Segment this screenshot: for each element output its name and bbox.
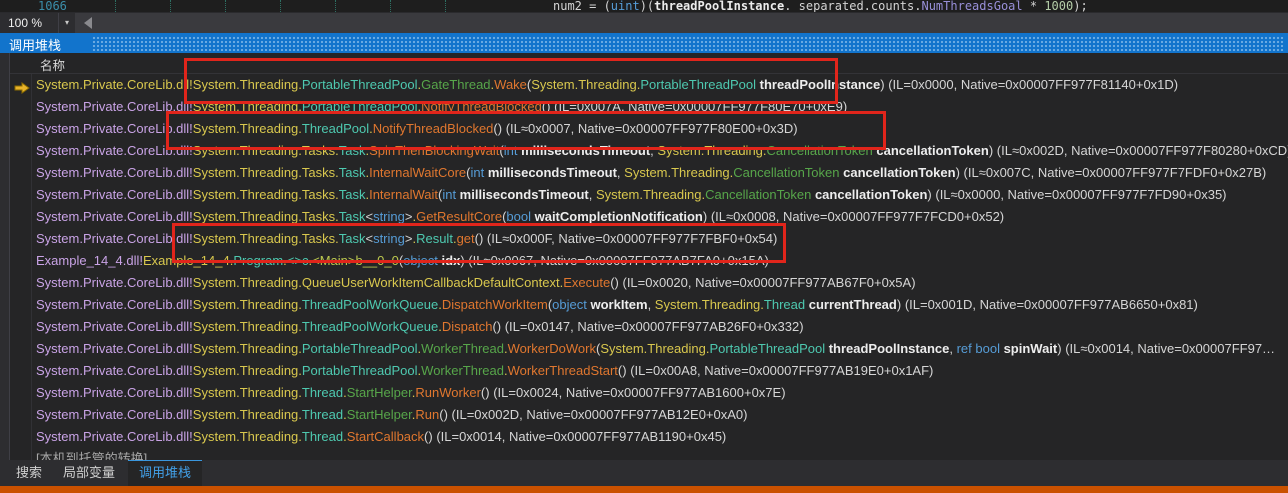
zoom-level-control[interactable]: 100 %: [0, 13, 58, 33]
stack-frame-text: System.Private.CoreLib.dll!System.Thread…: [36, 272, 916, 294]
line-number: 1066: [38, 0, 67, 12]
transition-row[interactable]: [本机到托管的转换]: [0, 448, 1288, 460]
code-line: num2 = (uint)(threadPoolInstance._separa…: [553, 0, 1088, 12]
transition-row-text: [本机到托管的转换]: [36, 448, 147, 460]
scroll-left-icon[interactable]: [84, 17, 92, 29]
stack-frame-row[interactable]: System.Private.CoreLib.dll!System.Thread…: [0, 382, 1288, 404]
stack-frame-text: System.Private.CoreLib.dll!System.Thread…: [36, 404, 747, 426]
code-editor-strip: 1066 num2 = (uint)(threadPoolInstance._s…: [0, 0, 1288, 12]
annotation-box-2: [166, 111, 886, 150]
tab-search[interactable]: 搜索: [8, 460, 50, 486]
editor-bottom-toolbar: 100 % ▾: [0, 12, 1288, 33]
stack-frame-text: System.Private.CoreLib.dll!System.Thread…: [36, 162, 1266, 184]
callstack-titlebar[interactable]: 调用堆栈: [0, 33, 1288, 53]
indent-guide: [445, 0, 447, 12]
stack-frame-text: System.Private.CoreLib.dll!System.Thread…: [36, 316, 804, 338]
tab-callstack[interactable]: 调用堆栈: [128, 460, 202, 487]
stack-frame-row[interactable]: System.Private.CoreLib.dll!System.Thread…: [0, 184, 1288, 206]
indent-guide: [335, 0, 337, 12]
stack-frame-row[interactable]: System.Private.CoreLib.dll!System.Thread…: [0, 338, 1288, 360]
indent-guide: [390, 0, 392, 12]
stack-frame-text: System.Private.CoreLib.dll!System.Thread…: [36, 360, 933, 382]
tab-locals[interactable]: 局部变量: [54, 460, 124, 486]
bottom-tab-strip: 搜索 局部变量 调用堆栈: [0, 460, 1288, 486]
indent-guide: [170, 0, 172, 12]
indent-guide: [225, 0, 227, 12]
titlebar-drag-handle[interactable]: [92, 36, 1284, 51]
panel-title: 调用堆栈: [9, 35, 61, 54]
stack-frame-row[interactable]: System.Private.CoreLib.dll!System.Thread…: [0, 272, 1288, 294]
stack-frame-row[interactable]: System.Private.CoreLib.dll!System.Thread…: [0, 316, 1288, 338]
debug-status-bar: [0, 486, 1288, 493]
stack-frame-row[interactable]: System.Private.CoreLib.dll!System.Thread…: [0, 360, 1288, 382]
stack-frame-text: System.Private.CoreLib.dll!System.Thread…: [36, 338, 1275, 360]
annotation-box-3: [172, 223, 786, 263]
stack-frame-text: System.Private.CoreLib.dll!System.Thread…: [36, 426, 726, 448]
stack-frame-row[interactable]: System.Private.CoreLib.dll!System.Thread…: [0, 426, 1288, 448]
chevron-down-icon[interactable]: ▾: [58, 13, 75, 33]
stack-frame-text: System.Private.CoreLib.dll!System.Thread…: [36, 184, 1227, 206]
stack-frame-row[interactable]: System.Private.CoreLib.dll!System.Thread…: [0, 294, 1288, 316]
indent-guide: [115, 0, 117, 12]
stack-frame-text: System.Private.CoreLib.dll!System.Thread…: [36, 294, 1198, 316]
annotation-box-1: [184, 58, 838, 104]
vs-debugger-screen: 1066 num2 = (uint)(threadPoolInstance._s…: [0, 0, 1288, 493]
current-frame-arrow-icon: [14, 79, 30, 96]
column-header-label: 名称: [40, 55, 65, 74]
stack-frame-row[interactable]: System.Private.CoreLib.dll!System.Thread…: [0, 404, 1288, 426]
stack-frame-text: System.Private.CoreLib.dll!System.Thread…: [36, 382, 786, 404]
indent-guide: [280, 0, 282, 12]
stack-frame-row[interactable]: System.Private.CoreLib.dll!System.Thread…: [0, 162, 1288, 184]
